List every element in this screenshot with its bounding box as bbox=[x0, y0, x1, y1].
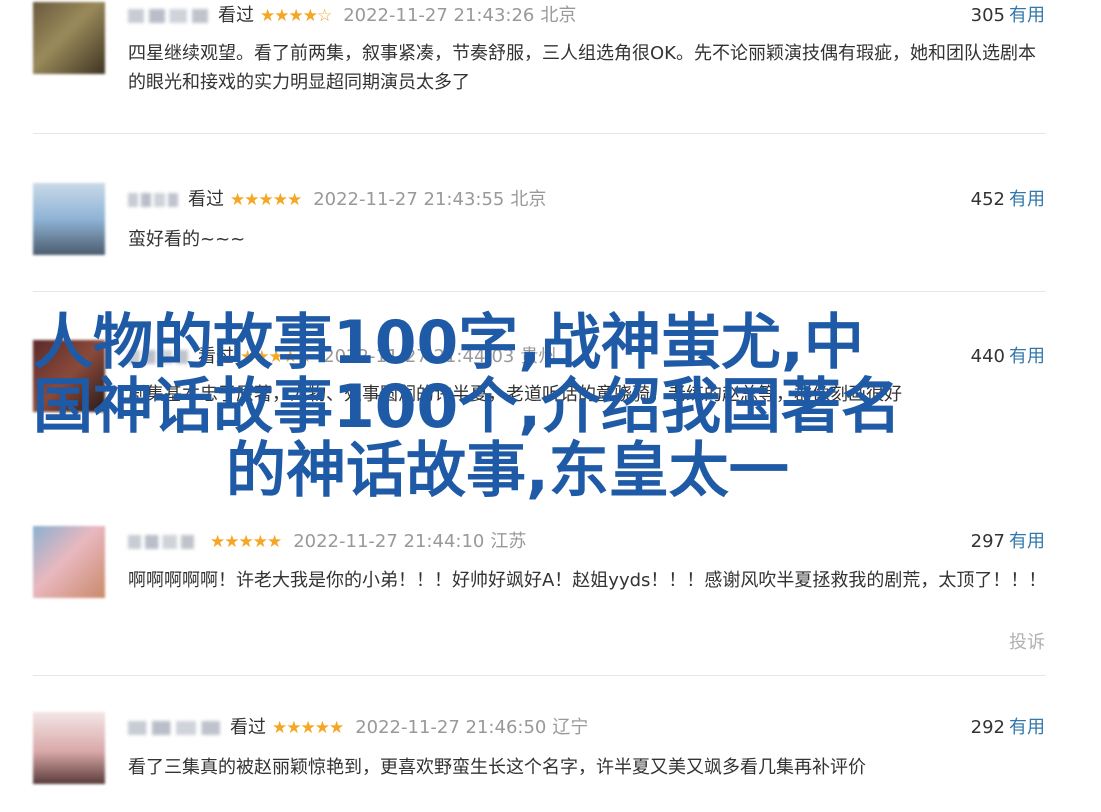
useful-button[interactable]: 有用 bbox=[1009, 5, 1045, 26]
user-avatar[interactable] bbox=[33, 526, 105, 598]
useful-button[interactable]: 有用 bbox=[1009, 189, 1045, 210]
star-rating: ★★★★★ bbox=[210, 532, 282, 552]
review-text: 啊啊啊啊啊！许老大我是你的小弟！！！好帅好飒好A！赵姐yyds！！！感谢风吹半夏… bbox=[128, 570, 1047, 591]
review-location: 贵州 bbox=[520, 346, 557, 367]
overlay-title-line: 的神话故事,东皇太一 bbox=[226, 436, 789, 506]
review-time: 2022-11-27 21:43:26 bbox=[343, 5, 535, 26]
useful-vote[interactable]: 452 有用 bbox=[971, 188, 1045, 212]
watched-status: 看过 bbox=[188, 189, 224, 210]
star-rating: ★★★★★ bbox=[272, 718, 344, 738]
review-text: 剧集基本忠于原著，人物、处事圆润的许半夏，老道听话的童骁骑，老练的赵总等，群像刻… bbox=[128, 384, 902, 405]
user-avatar[interactable] bbox=[33, 712, 105, 784]
star-rating: ★★★★☆ bbox=[260, 6, 332, 26]
review-text: 四星继续观望。看了前两集，叙事紧凑，节奏舒服，三人组选角很OK。先不论丽颖演技偶… bbox=[128, 43, 1036, 93]
user-avatar[interactable] bbox=[33, 2, 105, 74]
user-avatar[interactable] bbox=[33, 183, 105, 255]
useful-count: 440 bbox=[970, 346, 1005, 367]
review-location: 北京 bbox=[540, 5, 577, 26]
review-time: 2022-11-27 21:44:10 bbox=[293, 531, 485, 552]
review-time: 2022-11-27 21:44:03 bbox=[323, 346, 515, 367]
useful-vote[interactable]: 297 有用 bbox=[971, 530, 1045, 554]
username[interactable] bbox=[128, 9, 208, 23]
review-text: 蛮好看的~~~ bbox=[128, 229, 246, 250]
useful-button[interactable]: 有用 bbox=[1009, 346, 1045, 367]
review-location: 北京 bbox=[510, 189, 547, 210]
useful-count: 452 bbox=[970, 189, 1005, 210]
useful-vote[interactable]: 292 有用 bbox=[971, 716, 1045, 740]
username[interactable] bbox=[128, 350, 188, 364]
username[interactable] bbox=[128, 721, 220, 735]
watched-status: 看过 bbox=[198, 346, 234, 367]
report-link[interactable]: 投诉 bbox=[1009, 628, 1045, 654]
review-time: 2022-11-27 21:46:50 bbox=[355, 717, 547, 738]
username[interactable] bbox=[128, 535, 194, 549]
watched-status: 看过 bbox=[230, 717, 266, 738]
divider bbox=[33, 675, 1046, 676]
username[interactable] bbox=[128, 193, 178, 207]
useful-count: 297 bbox=[970, 531, 1005, 552]
useful-button[interactable]: 有用 bbox=[1009, 717, 1045, 738]
useful-count: 292 bbox=[970, 717, 1005, 738]
divider bbox=[33, 291, 1046, 292]
star-rating: ★★★★★ bbox=[230, 190, 302, 210]
useful-vote[interactable]: 440 有用 bbox=[971, 345, 1045, 369]
review-text: 看了三集真的被赵丽颖惊艳到，更喜欢野蛮生长这个名字，许半夏又美又飒多看几集再补评… bbox=[128, 757, 866, 778]
useful-vote[interactable]: 305 有用 bbox=[971, 4, 1045, 28]
useful-count: 305 bbox=[970, 5, 1005, 26]
review-location: 江苏 bbox=[490, 531, 527, 552]
review-location: 辽宁 bbox=[552, 717, 589, 738]
divider bbox=[33, 133, 1046, 134]
star-rating: ★★★★★ bbox=[240, 347, 312, 367]
useful-button[interactable]: 有用 bbox=[1009, 531, 1045, 552]
review-time: 2022-11-27 21:43:55 bbox=[313, 189, 505, 210]
watched-status: 看过 bbox=[218, 5, 254, 26]
user-avatar[interactable] bbox=[33, 340, 105, 412]
